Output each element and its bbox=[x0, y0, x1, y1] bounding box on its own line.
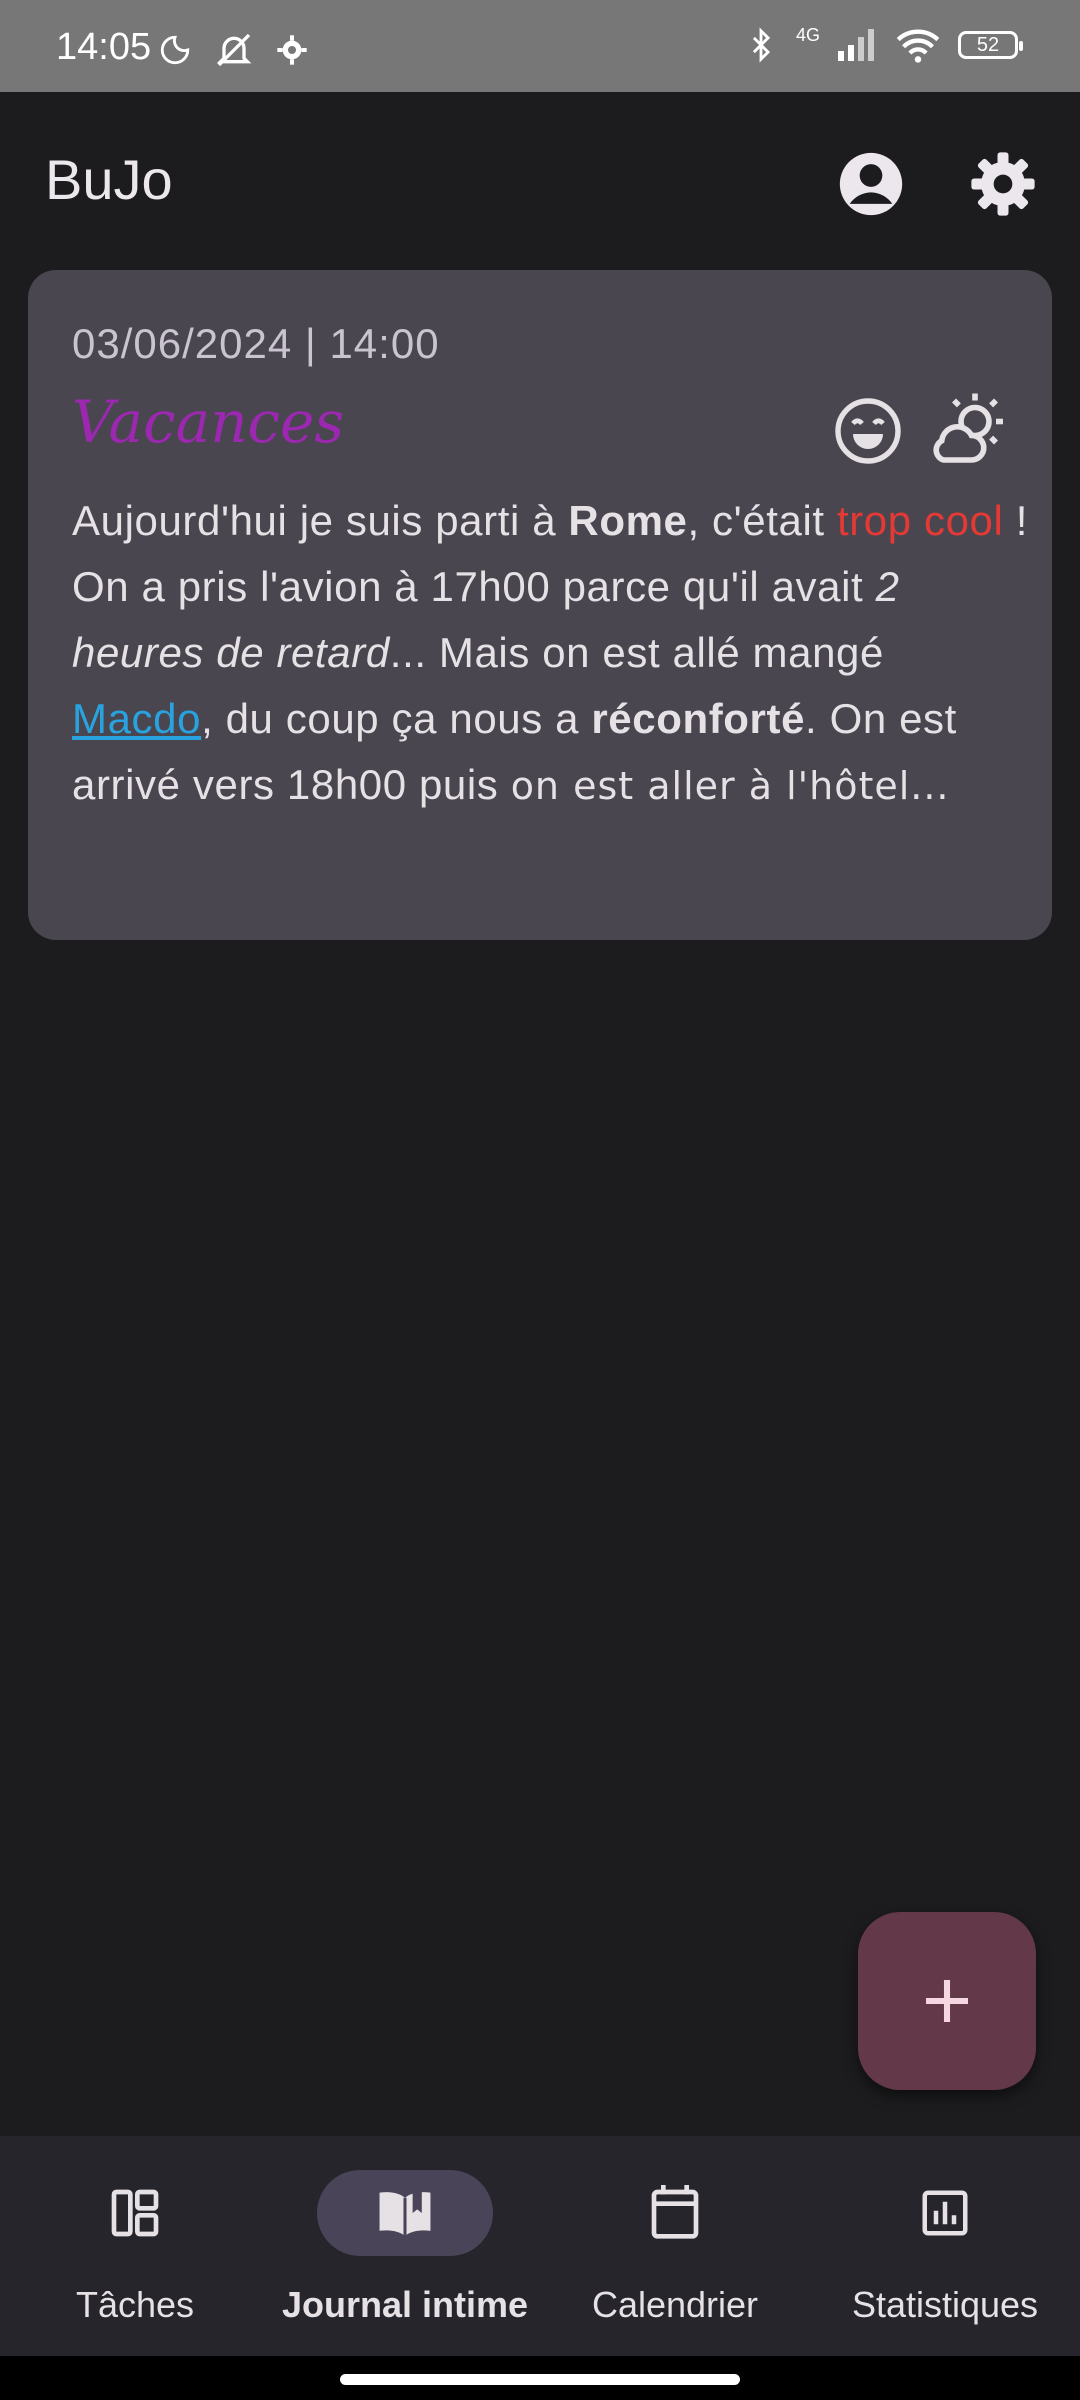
account-icon bbox=[839, 152, 903, 216]
settings-icon bbox=[971, 152, 1035, 216]
journal-entry-card[interactable]: 03/06/2024 | 14:00 Vacances Aujourd'hui … bbox=[28, 270, 1052, 940]
happy-face-icon bbox=[835, 398, 901, 464]
battery-icon: 52 bbox=[958, 31, 1023, 59]
status-bar: 14:05 4G 52 bbox=[0, 0, 1080, 92]
body-bold-text: réconforté bbox=[591, 695, 806, 742]
status-icons-left bbox=[158, 30, 308, 70]
body-handwriting-text: on est aller à l'hôtel... bbox=[510, 764, 950, 808]
nav-pill bbox=[587, 2170, 763, 2256]
bar-chart-icon bbox=[922, 2190, 968, 2236]
nav-item-journal-intime[interactable]: Journal intime bbox=[270, 2136, 540, 2356]
nav-item-statistiques[interactable]: Statistiques bbox=[810, 2136, 1080, 2356]
nav-pill-active bbox=[317, 2170, 493, 2256]
entry-title: Vacances bbox=[72, 388, 345, 456]
settings-button[interactable] bbox=[963, 144, 1043, 224]
nav-label: Calendrier bbox=[591, 2284, 759, 2325]
home-gesture-handle[interactable] bbox=[340, 2374, 740, 2385]
entry-body: Aujourd'hui je suis parti à Rome, c'étai… bbox=[72, 488, 1032, 819]
moon-icon bbox=[160, 35, 190, 65]
status-time: 14:05 bbox=[56, 26, 152, 68]
network-type: 4G bbox=[795, 25, 820, 45]
partly-cloudy-icon bbox=[933, 393, 1003, 463]
status-icons-right: 4G 52 bbox=[744, 25, 1023, 64]
gesture-bar bbox=[0, 2356, 1080, 2400]
body-text: ... Mais on est allé mangé bbox=[389, 629, 884, 676]
gear-icon bbox=[277, 35, 307, 65]
nav-label: Tâches bbox=[75, 2284, 195, 2325]
wifi-icon bbox=[896, 29, 940, 63]
app-title: BuJo bbox=[45, 148, 173, 211]
body-link[interactable]: Macdo bbox=[72, 695, 201, 742]
entry-date: 03/06/2024 | 14:00 bbox=[72, 320, 440, 367]
nav-pill bbox=[47, 2170, 223, 2256]
add-entry-button[interactable] bbox=[858, 1912, 1036, 2090]
bluetooth-icon bbox=[752, 27, 771, 63]
signal-icon bbox=[838, 29, 874, 61]
nav-pill bbox=[857, 2170, 1033, 2256]
alarm-off-icon bbox=[216, 33, 252, 67]
body-text: , c'était bbox=[687, 497, 837, 544]
open-book-icon bbox=[379, 2191, 431, 2236]
calendar-icon bbox=[651, 2185, 699, 2239]
nav-item-calendrier[interactable]: Calendrier bbox=[540, 2136, 810, 2356]
dashboard-icon bbox=[111, 2189, 159, 2237]
body-text: Aujourd'hui je suis parti à bbox=[72, 497, 569, 544]
body-red-text: trop cool bbox=[836, 497, 1004, 544]
body-bold-text: Rome bbox=[568, 497, 688, 544]
nav-label: Journal intime bbox=[281, 2284, 529, 2325]
bottom-navigation: Tâches Journal intime Calendrier Statist… bbox=[0, 2136, 1080, 2356]
plus-icon bbox=[926, 1980, 968, 2022]
app-bar: BuJo bbox=[0, 92, 1080, 270]
nav-item-taches[interactable]: Tâches bbox=[0, 2136, 270, 2356]
account-button[interactable] bbox=[831, 144, 911, 224]
nav-label: Statistiques bbox=[851, 2284, 1039, 2325]
body-text: , du coup ça nous a bbox=[201, 695, 592, 742]
